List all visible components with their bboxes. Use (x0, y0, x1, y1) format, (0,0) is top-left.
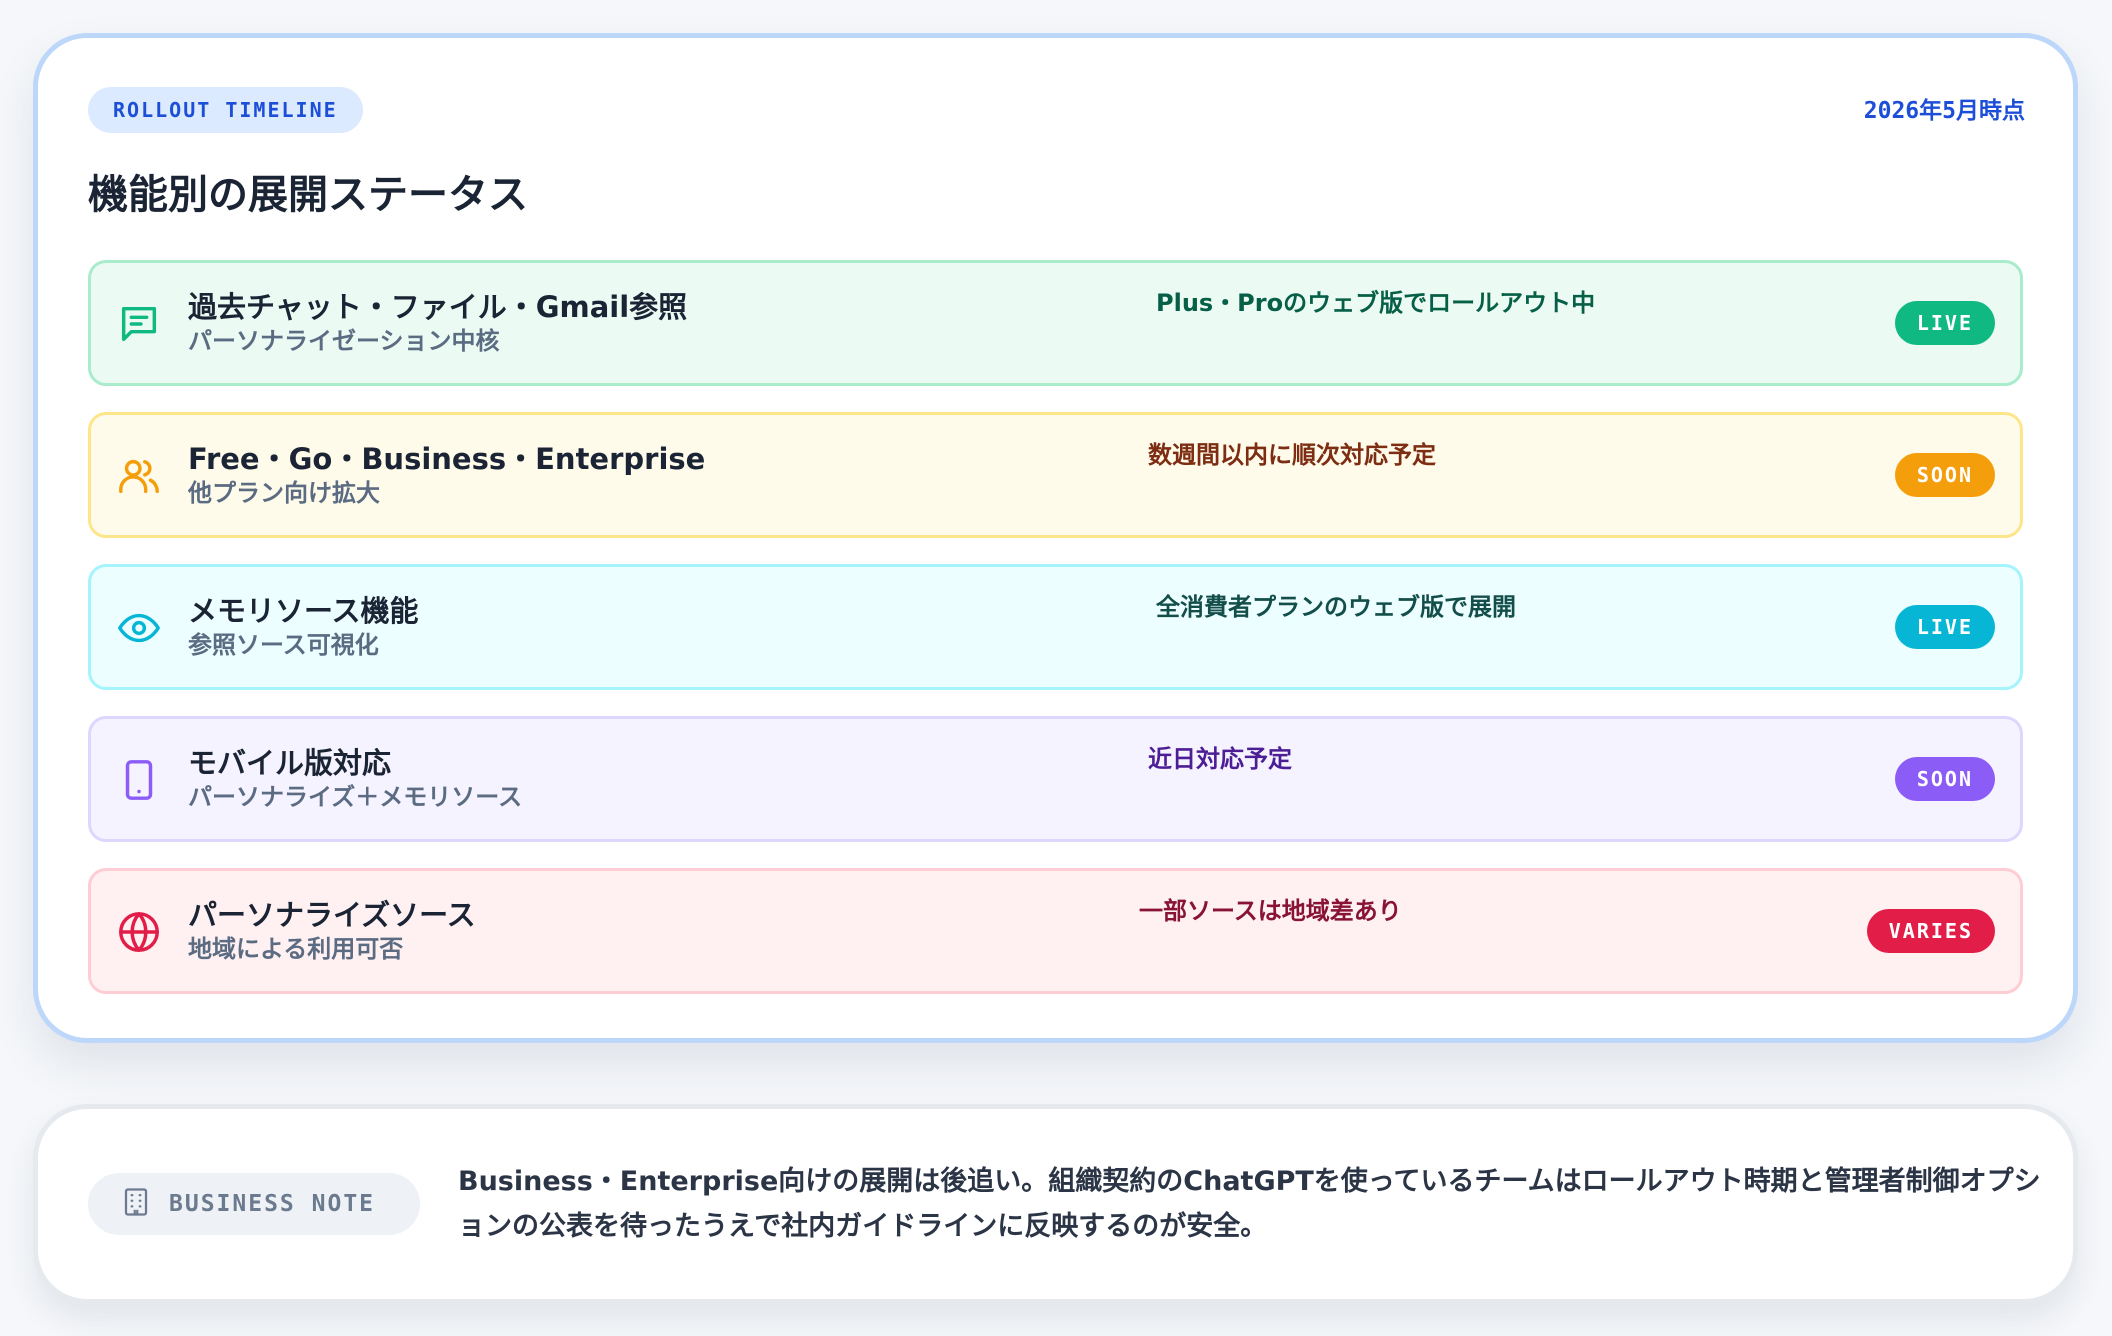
page-title: 機能別の展開ステータス (88, 172, 528, 218)
feature-status: 全消費者プランのウェブ版で展開 (1156, 593, 1516, 621)
section-tag: ROLLOUT TIMELINE (88, 87, 363, 133)
building-icon (124, 1188, 148, 1216)
as-of-date: 2026年5月時点 (1863, 98, 2025, 124)
feature-status: 近日対応予定 (1148, 745, 1292, 773)
status-badge: LIVE (1894, 301, 1995, 345)
feature-name: メモリソース機能 (188, 594, 419, 628)
eye-icon (116, 605, 162, 651)
rollout-card: ROLLOUT TIMELINE 2026年5月時点 機能別の展開ステータス 過… (33, 33, 2078, 1043)
users-icon (116, 453, 162, 499)
feature-row-memory-source: メモリソース機能 参照ソース可視化 全消費者プランのウェブ版で展開 LIVE (88, 564, 2023, 690)
business-note-tag: BUSINESS NOTE (88, 1173, 420, 1235)
feature-name: パーソナライズソース (188, 898, 476, 932)
business-note-text: Business・Enterprise向けの展開は後追い。組織契約のChatGP… (458, 1166, 2041, 1242)
mobile-icon (116, 757, 162, 803)
feature-row-chat-file-gmail: 過去チャット・ファイル・Gmail参照 パーソナライゼーション中核 Plus・P… (88, 260, 2023, 386)
feature-status: Plus・Proのウェブ版でロールアウト中 (1156, 289, 1596, 317)
feature-name: モバイル版対応 (188, 746, 392, 780)
status-badge: SOON (1894, 453, 1995, 497)
status-badge: LIVE (1894, 605, 1995, 649)
chat-icon (116, 301, 162, 347)
globe-icon (116, 909, 162, 955)
feature-row-other-plans: Free・Go・Business・Enterprise 他プラン向け拡大 数週間… (88, 412, 2023, 538)
feature-subtitle: 参照ソース可視化 (188, 631, 379, 659)
feature-name: Free・Go・Business・Enterprise (188, 442, 706, 476)
feature-subtitle: 地域による利用可否 (188, 935, 404, 963)
feature-list: 過去チャット・ファイル・Gmail参照 パーソナライゼーション中核 Plus・P… (88, 260, 2023, 1020)
business-note-label: BUSINESS NOTE (169, 1191, 376, 1217)
feature-subtitle: 他プラン向け拡大 (188, 479, 380, 507)
feature-status: 数週間以内に順次対応予定 (1148, 441, 1436, 469)
status-badge: VARIES (1866, 909, 1995, 953)
status-badge: SOON (1894, 757, 1995, 801)
feature-status: 一部ソースは地域差あり (1139, 897, 1402, 925)
business-note-card: BUSINESS NOTE Business・Enterprise向けの展開は後… (33, 1104, 2078, 1304)
feature-name: 過去チャット・ファイル・Gmail参照 (188, 290, 688, 324)
feature-subtitle: パーソナライズ＋メモリソース (188, 783, 523, 811)
feature-row-personalize-source: パーソナライズソース 地域による利用可否 一部ソースは地域差あり VARIES (88, 868, 2023, 994)
feature-subtitle: パーソナライゼーション中核 (188, 327, 500, 355)
feature-row-mobile: モバイル版対応 パーソナライズ＋メモリソース 近日対応予定 SOON (88, 716, 2023, 842)
